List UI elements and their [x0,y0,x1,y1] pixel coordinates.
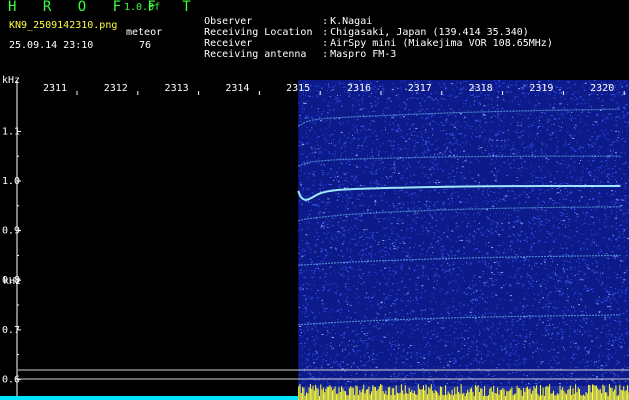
x-tick-label: 2314 [225,83,249,94]
y-unit-label-bottom: kHz [3,276,22,287]
x-tick-label: 2312 [104,83,128,94]
x-tick-label: 2316 [347,83,371,94]
x-tick-label: 2319 [529,83,553,94]
y-unit-label-top: kHz [2,75,21,86]
x-tick-label: 2317 [408,83,432,94]
x-tick-label: 2318 [469,83,493,94]
baseline-bar [0,396,299,400]
x-tick-label: 2313 [165,83,189,94]
hrofft-window: H R O F F T 1.0.0f KN9_2509142310.png me… [0,0,629,400]
spectrogram-plot: 2311 2312 2313 2314 2315 2316 2317 2318 2319 2320… [0,80,629,400]
spectrogram-background [298,80,629,386]
x-tick-label: 2315 [286,83,310,94]
x-tick-label: 2311 [43,83,67,94]
x-tick-label: 2320 [590,83,614,94]
